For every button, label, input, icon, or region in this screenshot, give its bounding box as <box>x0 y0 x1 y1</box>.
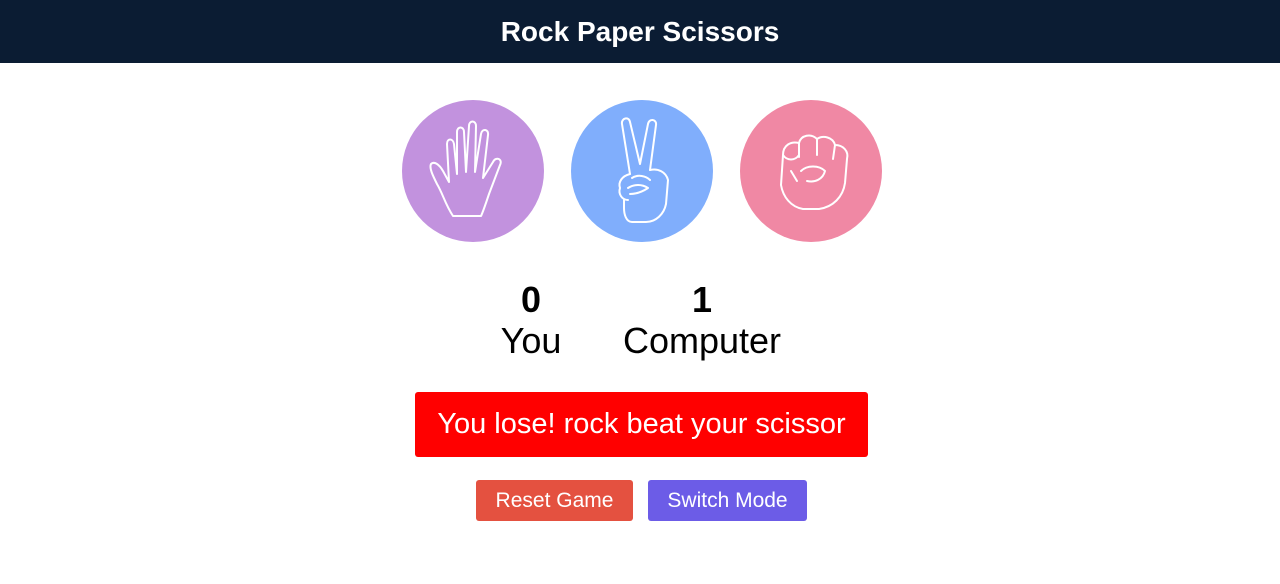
switch-mode-button[interactable]: Switch Mode <box>648 480 807 521</box>
result-message: You lose! rock beat your scissor <box>415 392 868 457</box>
open-hand-icon <box>429 120 502 217</box>
fist-icon <box>780 134 849 210</box>
rock-choice-button[interactable] <box>740 100 882 242</box>
user-score-label: You <box>500 320 562 361</box>
reset-game-button[interactable]: Reset Game <box>476 480 633 521</box>
computer-score: 1 Computer <box>612 280 792 362</box>
computer-score-label: Computer <box>622 320 782 361</box>
app-header: Rock Paper Scissors <box>0 0 1280 63</box>
computer-score-value: 1 <box>691 279 713 320</box>
peace-hand-icon <box>618 116 669 223</box>
scissors-choice-button[interactable] <box>571 100 713 242</box>
paper-choice-button[interactable] <box>402 100 544 242</box>
choice-group <box>402 100 882 242</box>
user-score: 0 You <box>481 280 581 362</box>
user-score-value: 0 <box>520 279 542 320</box>
page-title: Rock Paper Scissors <box>500 15 780 47</box>
